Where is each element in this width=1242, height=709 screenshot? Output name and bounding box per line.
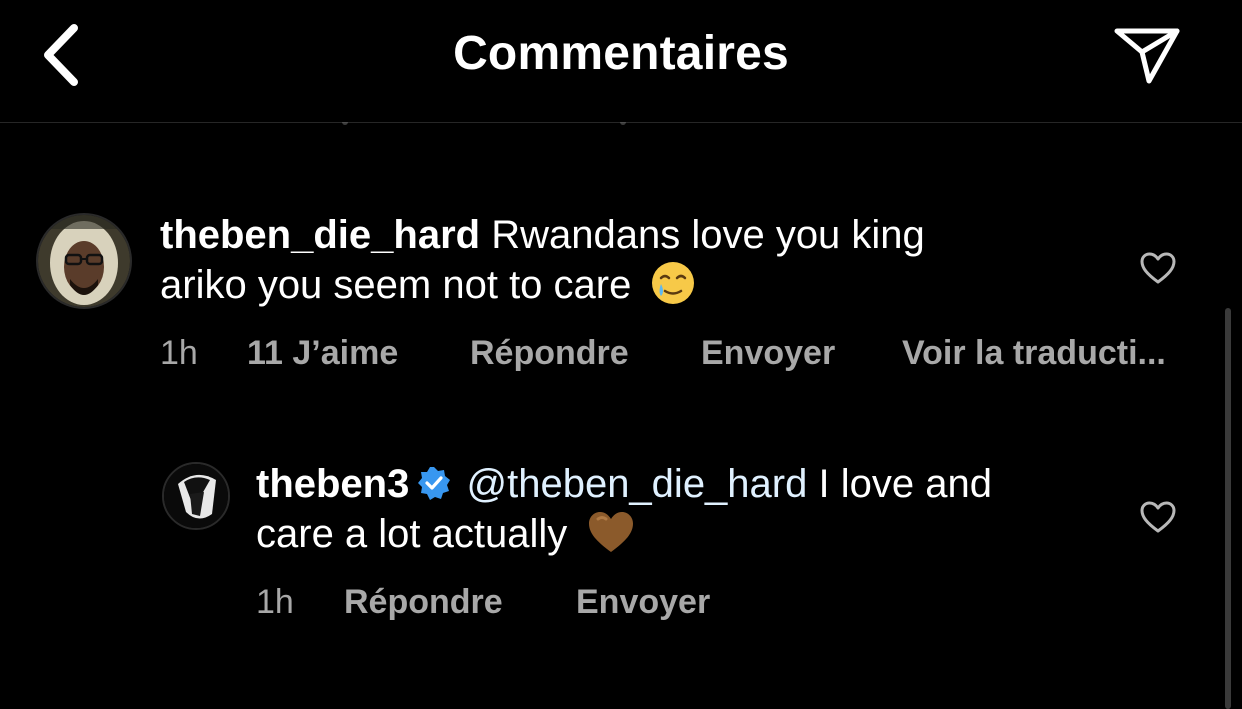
comment-username[interactable]: theben_die_hard (160, 213, 480, 257)
share-button[interactable] (1108, 20, 1186, 90)
reply-link[interactable]: Répondre (470, 334, 629, 373)
brown-heart-emoji (586, 509, 636, 567)
comment-line-2: ariko you seem not to care (160, 260, 1100, 318)
reply-link[interactable]: Répondre (344, 583, 503, 622)
reply-text-line-2: care a lot actually (256, 512, 568, 556)
user-avatar-image (38, 215, 130, 307)
reply-username[interactable]: theben3 (256, 462, 409, 506)
comment-actions: 1h 11 J’aime Répondre Envoyer Voir la tr… (0, 334, 1242, 374)
header-bar: Commentaires (0, 0, 1242, 123)
reply-text-line-1: I love and (818, 462, 992, 506)
comments-screen: Commentaires theben_die_hard Rwandans lo… (0, 0, 1242, 709)
page-title: Commentaires (453, 27, 789, 80)
send-link[interactable]: Envoyer (701, 334, 835, 373)
send-link[interactable]: Envoyer (576, 583, 710, 622)
scrollbar[interactable] (1225, 308, 1231, 709)
translate-link[interactable]: Voir la traducti... (902, 334, 1166, 373)
comment-text-line-1: Rwandans love you king (491, 213, 925, 257)
reply-time: 1h (256, 583, 294, 621)
crying-smile-emoji (650, 260, 696, 318)
comment-body: theben_die_hard Rwandans love you king a… (160, 211, 1100, 318)
reply-actions: 1h Répondre Envoyer (0, 583, 1242, 623)
heart-outline-icon (1140, 501, 1176, 533)
scrolled-text-fragment (342, 112, 348, 125)
comment-time: 1h (160, 334, 198, 372)
verified-badge-icon (417, 463, 451, 500)
likes-count-link[interactable]: 11 J’aime (247, 334, 398, 373)
comment-line-1: theben_die_hard Rwandans love you king (160, 211, 1100, 260)
like-button[interactable] (1136, 246, 1180, 290)
comment-text-line-2: ariko you seem not to care (160, 263, 632, 307)
reply-line-1: theben3 @theben_die_hard I love and (256, 460, 1116, 509)
avatar[interactable] (162, 462, 230, 530)
scrolled-text-fragment (620, 112, 626, 125)
heart-outline-icon (1140, 252, 1176, 284)
user-avatar-image (164, 464, 228, 528)
like-button[interactable] (1136, 495, 1180, 539)
reply-body: theben3 @theben_die_hard I love and care… (256, 460, 1116, 567)
avatar[interactable] (36, 213, 132, 309)
mention-link[interactable]: @theben_die_hard (466, 462, 807, 506)
reply-line-2: care a lot actually (256, 509, 1116, 567)
paper-plane-icon (1114, 28, 1180, 84)
